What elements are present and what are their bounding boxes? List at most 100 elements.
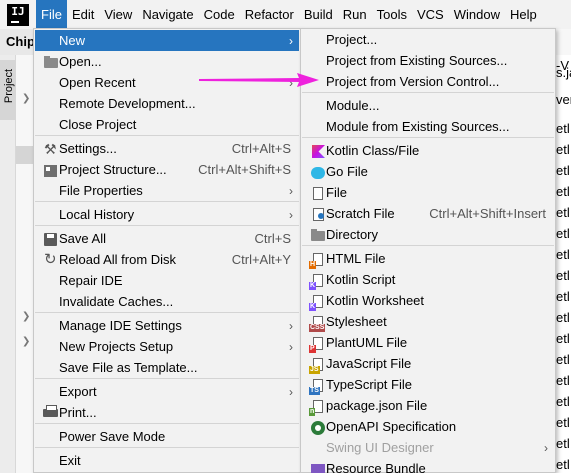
go-file-icon (306, 163, 325, 179)
menu-item-label: OpenAPI Specification (326, 419, 457, 434)
menu-item-stylesheet[interactable]: CSS Stylesheet (302, 311, 554, 332)
menu-item-scratch-file[interactable]: Scratch File Ctrl+Alt+Shift+Insert (302, 203, 554, 224)
menu-item-kotlin-class-file[interactable]: Kotlin Class/File (302, 140, 554, 161)
menu-item-plantuml-file[interactable]: P PlantUML File (302, 332, 554, 353)
menu-item-label: Stylesheet (326, 314, 387, 329)
menu-item-print[interactable]: Print... (35, 402, 299, 423)
menu-item-openapi-specification[interactable]: OpenAPI Specification (302, 416, 554, 437)
menu-item-close-project[interactable]: Close Project (35, 114, 299, 135)
menu-item-project-from-version-control[interactable]: Project from Version Control... (302, 71, 554, 92)
menu-help[interactable]: Help (505, 0, 542, 29)
editor-fragment-text: etl (556, 457, 570, 472)
menu-file[interactable]: File (36, 0, 67, 29)
menu-navigate[interactable]: Navigate (137, 0, 198, 29)
kotlin-script-icon: K (306, 271, 323, 290)
submenu-chevron-icon: › (289, 207, 293, 222)
editor-fragment-text: etl (556, 205, 570, 220)
menu-item-file[interactable]: File (302, 182, 554, 203)
editor-fragment-text: ver (556, 92, 571, 107)
menu-item-label: Local History (59, 207, 135, 222)
tree-chevron-icon[interactable]: ❯ (22, 336, 30, 347)
editor-fragment-text: etl (556, 121, 570, 136)
menu-item-label: Kotlin Script (326, 272, 396, 287)
menu-item-directory[interactable]: Directory (302, 224, 554, 245)
menu-item-remote-development[interactable]: Remote Development... (35, 93, 299, 114)
menu-item-javascript-file[interactable]: JS JavaScript File (302, 353, 554, 374)
tree-chevron-icon[interactable]: ❯ (22, 93, 30, 104)
menu-build[interactable]: Build (299, 0, 338, 29)
menu-item-label: Repair IDE (59, 273, 123, 288)
menu-item-label: Open Recent (59, 75, 136, 90)
menu-item-power-save-mode[interactable]: Power Save Mode (35, 426, 299, 447)
menu-item-project-from-existing-sources[interactable]: Project from Existing Sources... (302, 50, 554, 71)
menu-item-label: Export (59, 384, 97, 399)
menu-item-resource-bundle[interactable]: Resource Bundle (302, 458, 554, 473)
editor-fragment-text: etl (556, 373, 570, 388)
menu-refactor[interactable]: Refactor (240, 0, 299, 29)
menu-item-kotlin-worksheet[interactable]: K Kotlin Worksheet (302, 290, 554, 311)
menu-item-package-json-file[interactable]: n package.json File (302, 395, 554, 416)
menu-item-label: Project from Existing Sources... (326, 53, 508, 68)
ts-file-icon: TS (306, 376, 323, 395)
menu-item-label: Open... (59, 54, 102, 69)
submenu-chevron-icon: › (289, 384, 293, 399)
menu-code[interactable]: Code (199, 0, 240, 29)
menu-vcs[interactable]: VCS (412, 0, 449, 29)
menu-separator (35, 225, 299, 226)
menu-item-exit[interactable]: Exit (35, 450, 299, 471)
menu-item-repair-ide[interactable]: Repair IDE (35, 270, 299, 291)
menu-view[interactable]: View (99, 0, 137, 29)
plantuml-icon-badge: P (309, 345, 316, 353)
intellij-logo-icon: IJ (7, 3, 29, 26)
menu-separator (35, 135, 299, 136)
menu-item-project-structure[interactable]: Project Structure... Ctrl+Alt+Shift+S (35, 159, 299, 180)
menu-bar: IJ File Edit View Navigate Code Refactor… (0, 0, 571, 29)
menu-item-label: HTML File (326, 251, 386, 266)
menu-item-module[interactable]: Module... (302, 95, 554, 116)
menu-item-open[interactable]: Open... (35, 51, 299, 72)
menu-item-label: Reload All from Disk (59, 252, 177, 267)
reload-icon: ↻ (44, 251, 57, 268)
tree-chevron-icon[interactable]: ❯ (22, 311, 30, 322)
menu-item-reload-all-from-disk[interactable]: ↻ Reload All from Disk Ctrl+Alt+Y (35, 249, 299, 270)
menu-window[interactable]: Window (449, 0, 505, 29)
menu-item-go-file[interactable]: Go File (302, 161, 554, 182)
menu-run[interactable]: Run (338, 0, 372, 29)
menu-item-new[interactable]: New › (35, 30, 299, 51)
menu-item-label: Remote Development... (59, 96, 196, 111)
npm-icon-badge: n (309, 408, 316, 416)
html-file-icon-badge: H (309, 261, 317, 269)
editor-fragment-text: etl (556, 331, 570, 346)
menu-item-manage-ide-settings[interactable]: Manage IDE Settings › (35, 315, 299, 336)
menu-item-file-properties[interactable]: File Properties › (35, 180, 299, 201)
menu-item-html-file[interactable]: H HTML File (302, 248, 554, 269)
submenu-chevron-icon: › (289, 318, 293, 333)
menu-item-export[interactable]: Export › (35, 381, 299, 402)
menu-item-invalidate-caches[interactable]: Invalidate Caches... (35, 291, 299, 312)
menu-item-typescript-file[interactable]: TS TypeScript File (302, 374, 554, 395)
resource-bundle-icon (306, 460, 325, 473)
editor-fragment-text: etl (556, 226, 570, 241)
menu-item-label: File (326, 185, 347, 200)
menu-item-settings[interactable]: ⚒ Settings... Ctrl+Alt+S (35, 138, 299, 159)
menu-item-local-history[interactable]: Local History › (35, 204, 299, 225)
menu-item-project[interactable]: Project... (302, 29, 554, 50)
npm-icon: n (306, 397, 323, 416)
folder-icon (306, 226, 325, 242)
menu-item-label: Resource Bundle (326, 461, 426, 473)
menu-item-save-file-as-template[interactable]: Save File as Template... (35, 357, 299, 378)
menu-item-label: Power Save Mode (59, 429, 166, 444)
menu-tools[interactable]: Tools (372, 0, 412, 29)
menu-item-kotlin-script[interactable]: K Kotlin Script (302, 269, 554, 290)
css-file-icon-badge: CSS (309, 324, 326, 332)
menu-item-label: Project Structure... (59, 162, 167, 177)
menu-item-label: package.json File (326, 398, 428, 413)
editor-fragment-text: etl (556, 289, 570, 304)
menu-item-save-all[interactable]: Save All Ctrl+S (35, 228, 299, 249)
menu-item-label: Go File (326, 164, 368, 179)
menu-item-module-from-existing-sources[interactable]: Module from Existing Sources... (302, 116, 554, 137)
scratch-file-icon (306, 205, 324, 221)
menu-item-new-projects-setup[interactable]: New Projects Setup › (35, 336, 299, 357)
js-file-icon-badge: JS (309, 366, 320, 374)
menu-edit[interactable]: Edit (67, 0, 99, 29)
